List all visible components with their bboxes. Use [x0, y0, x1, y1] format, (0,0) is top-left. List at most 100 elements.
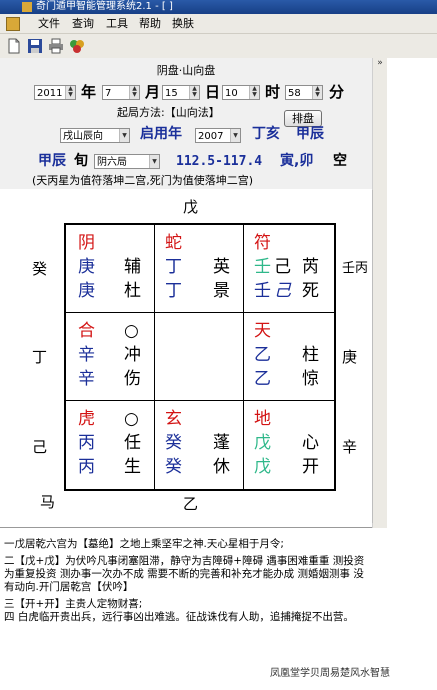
- hour-spinner[interactable]: 10 ▲ ▼: [222, 85, 260, 100]
- month-unit: 月: [145, 83, 161, 101]
- start-year-label: 启用年: [140, 126, 182, 142]
- start-year-select[interactable]: 2007 ▼: [195, 128, 241, 143]
- spirit: 天: [254, 321, 271, 341]
- spirit: 合: [78, 321, 95, 341]
- chevron-down-icon[interactable]: ▼: [149, 155, 159, 168]
- heaven-stem: 戊: [254, 433, 271, 453]
- menu-bar: 文件 查询 工具 帮助 换肤: [0, 14, 437, 34]
- month-spinner[interactable]: 7 ▲ ▼: [102, 85, 140, 100]
- ganzhi-year: 丁亥: [252, 126, 280, 142]
- spirit: 阴: [78, 233, 95, 253]
- earth-stem-2: 己: [274, 281, 291, 301]
- spin-arrows-icon[interactable]: ▲ ▼: [189, 86, 199, 99]
- document-icon[interactable]: [6, 38, 22, 54]
- toolbar: [0, 34, 437, 59]
- door: 惊: [302, 369, 319, 389]
- month-value: 7: [105, 88, 112, 99]
- xun-unit: 旬: [74, 153, 88, 169]
- menu-file[interactable]: 文件: [38, 16, 60, 31]
- door: 开: [302, 457, 319, 477]
- chevron-down-icon[interactable]: ▼: [119, 129, 129, 142]
- minute-value: 58: [288, 88, 301, 99]
- spin-arrows-icon[interactable]: ▲ ▼: [312, 86, 322, 99]
- menu-skin[interactable]: 换肤: [172, 16, 194, 31]
- print-icon[interactable]: [48, 38, 64, 54]
- collapse-sidebar-button[interactable]: »: [372, 58, 388, 528]
- menu-help[interactable]: 帮助: [139, 16, 161, 31]
- spirit: 蛇: [165, 233, 182, 253]
- hour-value: 10: [225, 88, 238, 99]
- window-titlebar: 奇门遁甲智能管理系统2.1 - [ ]: [0, 0, 437, 14]
- door: 休: [213, 457, 230, 477]
- window-title: 奇门遁甲智能管理系统2.1 - [ ]: [36, 1, 173, 12]
- analysis-line-2: 二【戊+戊】为伏吟凡事闭塞阻滞，静守为吉障碍+障碍 遇事困难重重 测投资 为重复…: [4, 555, 365, 593]
- earth-stem: 戊: [254, 457, 271, 477]
- shan-value: 寅,卯: [280, 153, 314, 169]
- star: 芮: [302, 257, 319, 277]
- heaven-stem: 乙: [254, 345, 271, 365]
- spin-arrows-icon[interactable]: ▲ ▼: [65, 86, 75, 99]
- outer-right-bottom: 辛: [342, 438, 358, 456]
- door: 伤: [124, 369, 141, 389]
- star: 冲: [124, 345, 141, 365]
- palace-grid: 阴 庚 辅 庚 杜 蛇 丁 英 丁 景 符 壬 己 芮 壬 己 死 合 ○ 辛 …: [64, 223, 336, 491]
- earth-stem: 丁: [165, 281, 182, 301]
- panel-title: 阴盘·山向盘: [156, 64, 216, 77]
- palace-xun: 阴 庚 辅 庚 杜: [66, 225, 155, 313]
- analysis-line-3: 三【开+开】主贵人定物财喜;: [4, 598, 143, 610]
- gems-icon[interactable]: [69, 38, 85, 54]
- arrange-button[interactable]: 排盘: [284, 110, 322, 127]
- spirit: 地: [254, 409, 271, 429]
- palace-dui: 天 乙 柱 乙 惊: [244, 313, 334, 401]
- circle-mark: ○: [124, 321, 139, 341]
- outer-left-mid: 丁: [32, 348, 48, 366]
- earth-stem: 丙: [78, 457, 95, 477]
- door: 死: [302, 281, 319, 301]
- watermark-text: 凤凰堂学贝周易楚风水智慧: [270, 668, 390, 679]
- spin-arrows-icon[interactable]: ▲ ▼: [129, 86, 139, 99]
- ju-value: 阴六局: [97, 157, 127, 168]
- qimen-board-area: 戊 乙 癸 丁 己 壬丙 庚 辛 马 阴 庚 辅 庚 杜 蛇 丁 英 丁 景 符…: [0, 190, 373, 523]
- outer-top: 戊: [183, 198, 199, 216]
- horse-label: 马: [40, 493, 56, 511]
- method-label: 起局方法:【山向法】: [117, 106, 220, 119]
- direction-value: 戌山辰向: [63, 131, 103, 142]
- earth-stem: 庚: [78, 281, 95, 301]
- direction-select[interactable]: 戌山辰向 ▼: [60, 128, 130, 143]
- spirit: 符: [254, 233, 271, 253]
- palace-zhen: 合 ○ 辛 冲 辛 伤: [66, 313, 155, 401]
- year-spinner[interactable]: 2011 ▲ ▼: [34, 85, 76, 100]
- save-icon[interactable]: [27, 38, 43, 54]
- star: 英: [213, 257, 230, 277]
- palace-qian: 地 戊 心 戊 开: [244, 401, 334, 489]
- ju-select[interactable]: 阴六局 ▼: [94, 154, 160, 169]
- double-chevron-icon[interactable]: »: [377, 58, 383, 68]
- palace-li: 蛇 丁 英 丁 景: [155, 225, 244, 313]
- hour-unit: 时: [265, 83, 281, 101]
- day-value: 15: [165, 88, 178, 99]
- earth-stem: 壬: [254, 281, 271, 301]
- heaven-stem: 丁: [165, 257, 182, 277]
- minute-unit: 分: [329, 83, 345, 101]
- door: 生: [124, 457, 141, 477]
- chevron-down-icon[interactable]: ▼: [230, 129, 240, 142]
- door: 景: [213, 281, 230, 301]
- ganzhi-month: 甲辰: [296, 126, 324, 142]
- outer-bottom: 乙: [183, 495, 199, 513]
- spirit: 虎: [78, 409, 95, 429]
- palace-gen: 虎 ○ 丙 任 丙 生: [66, 401, 155, 489]
- star: 柱: [302, 345, 319, 365]
- app-menu-icon[interactable]: [6, 17, 20, 31]
- menu-tools[interactable]: 工具: [106, 16, 128, 31]
- day-spinner[interactable]: 15 ▲ ▼: [162, 85, 200, 100]
- earth-stem: 癸: [165, 457, 182, 477]
- background-area: [387, 58, 437, 689]
- star: 任: [124, 433, 141, 453]
- outer-left-bottom: 己: [32, 438, 48, 456]
- spin-arrows-icon[interactable]: ▲ ▼: [249, 86, 259, 99]
- circle-mark: ○: [124, 409, 139, 429]
- heaven-stem: 癸: [165, 433, 182, 453]
- degree-range: 112.5-117.4: [176, 154, 263, 169]
- minute-spinner[interactable]: 58 ▲ ▼: [285, 85, 323, 100]
- menu-query[interactable]: 查询: [72, 16, 94, 31]
